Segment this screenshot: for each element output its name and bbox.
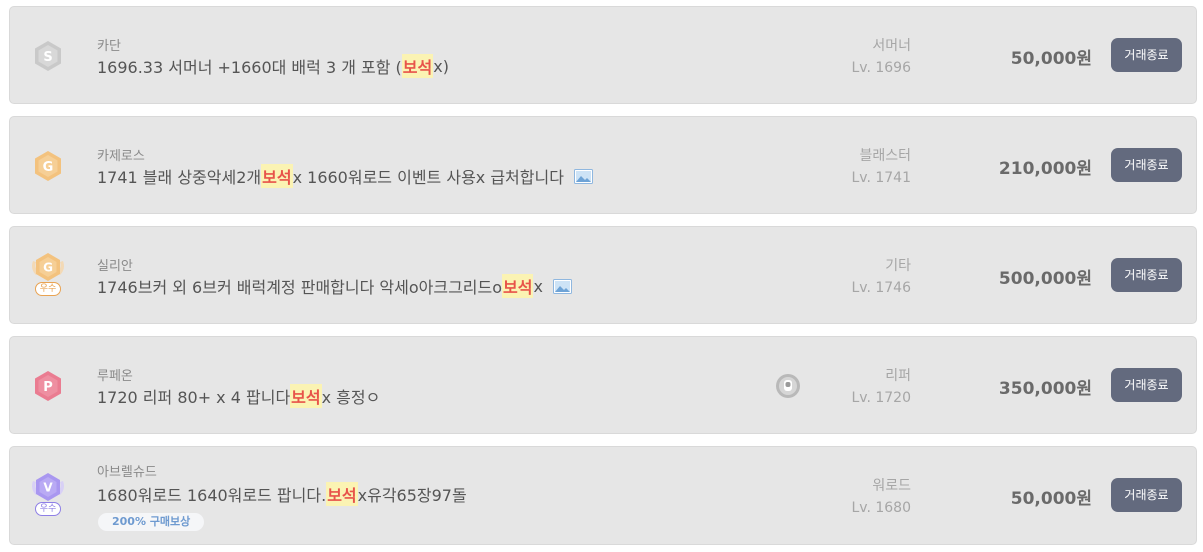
image-attached-icon xyxy=(552,278,572,294)
character-class: 기타 Lv. 1746 xyxy=(851,255,911,299)
title-highlight: 보석 xyxy=(261,164,293,188)
listing-list: S 카단 1696.33 서머너 +1660대 배럭 3 개 포함 (보석 x) … xyxy=(9,6,1197,545)
title-text-post: x유각65장97돌 xyxy=(357,486,467,505)
listing-title[interactable]: 1746브커 외 6브커 배럭계정 판매합니다 악세o아크그리드o 보석 x xyxy=(97,274,572,298)
title-text: 1696.33 서머너 +1660대 배럭 3 개 포함 ( xyxy=(97,58,402,77)
listing-row[interactable]: P 루페온 1720 리퍼 80+ x 4 팝니다 보석 x 흥정ㅇ 리퍼 Lv.… xyxy=(9,336,1197,434)
character-class: 블래스터 Lv. 1741 xyxy=(851,145,911,189)
title-text-post: x 1660워로드 이벤트 사용x 급처합니다 xyxy=(292,168,564,187)
title-text-post: x xyxy=(533,276,543,296)
class-name: 리퍼 xyxy=(885,368,911,384)
tier-badge: 우수 xyxy=(35,502,61,516)
svg-text:P: P xyxy=(43,380,53,395)
hexagon-p-icon: P xyxy=(29,367,67,405)
svg-text:V: V xyxy=(43,481,53,495)
trade-closed-button[interactable]: 거래종료 xyxy=(1111,258,1182,292)
purchase-reward-badge: 200% 구매보상 xyxy=(98,513,205,531)
title-text: 1680워로드 1640워로드 팝니다. xyxy=(97,486,327,505)
trade-closed-button[interactable]: 거래종료 xyxy=(1111,38,1182,72)
item-level: Lv. 1680 xyxy=(851,500,911,516)
class-name: 워로드 xyxy=(872,478,911,494)
title-highlight: 보석 xyxy=(326,482,358,506)
character-class: 리퍼 Lv. 1720 xyxy=(851,365,911,409)
svg-text:G: G xyxy=(43,261,53,275)
character-class: 워로드 Lv. 1680 xyxy=(851,475,911,519)
price: 50,000원 xyxy=(1010,49,1092,69)
hexagon-s-icon: S xyxy=(29,37,67,75)
server-name: 아브렐슈드 xyxy=(97,465,157,480)
svg-text:S: S xyxy=(43,50,52,65)
winged-hexagon-v-icon: V 우수 xyxy=(29,469,67,516)
server-name: 루페온 xyxy=(97,369,133,384)
listing-row[interactable]: G 우수 실리안 1746브커 외 6브커 배럭계정 판매합니다 악세o아크그리… xyxy=(9,226,1197,324)
class-name: 서머너 xyxy=(872,38,911,54)
listing-title[interactable]: 1696.33 서머너 +1660대 배럭 3 개 포함 (보석 x) xyxy=(97,54,449,78)
title-text: 1720 리퍼 80+ x 4 팝니다 xyxy=(97,388,291,407)
winged-hexagon-g-icon: G 우수 xyxy=(29,249,67,296)
server-name: 실리안 xyxy=(97,259,133,274)
item-level: Lv. 1741 xyxy=(851,170,911,186)
character-class: 서머너 Lv. 1696 xyxy=(851,35,911,79)
tier-badge: 우수 xyxy=(35,282,61,296)
server-name: 카제로스 xyxy=(97,149,145,164)
seller-avatar-icon[interactable] xyxy=(775,373,801,399)
title-text-post: x) xyxy=(433,56,449,76)
listing-row[interactable]: G 카제로스 1741 블래 상중악세2개 보석 x 1660워로드 이벤트 사용… xyxy=(9,116,1197,214)
title-text-post: x 흥정ㅇ xyxy=(321,388,381,407)
class-name: 블래스터 xyxy=(859,148,911,164)
svg-text:G: G xyxy=(43,160,54,175)
item-level: Lv. 1746 xyxy=(851,280,911,296)
title-text: 1746브커 외 6브커 배럭계정 판매합니다 악세o아크그리드o xyxy=(97,278,503,297)
trade-closed-button[interactable]: 거래종료 xyxy=(1111,148,1182,182)
item-level: Lv. 1720 xyxy=(851,390,911,406)
class-name: 기타 xyxy=(885,258,911,274)
listing-row[interactable]: S 카단 1696.33 서머너 +1660대 배럭 3 개 포함 (보석 x) … xyxy=(9,6,1197,104)
price: 350,000원 xyxy=(998,379,1092,399)
price: 500,000원 xyxy=(998,269,1092,289)
listing-title[interactable]: 1741 블래 상중악세2개 보석 x 1660워로드 이벤트 사용x 급처합니다 xyxy=(97,164,593,188)
listing-row[interactable]: V 우수 아브렐슈드 1680워로드 1640워로드 팝니다. 보석 x유각65장… xyxy=(9,446,1197,545)
server-name: 카단 xyxy=(97,39,121,54)
price: 50,000원 xyxy=(1010,489,1092,509)
title-text: 1741 블래 상중악세2개 xyxy=(97,168,262,187)
image-attached-icon xyxy=(573,168,593,184)
hexagon-g-icon: G xyxy=(29,147,67,185)
title-highlight: 보석 xyxy=(502,274,534,298)
trade-closed-button[interactable]: 거래종료 xyxy=(1111,368,1182,402)
listing-title[interactable]: 1720 리퍼 80+ x 4 팝니다 보석 x 흥정ㅇ xyxy=(97,384,380,408)
trade-closed-button[interactable]: 거래종료 xyxy=(1111,478,1182,512)
title-highlight: 보석 xyxy=(401,54,434,78)
price: 210,000원 xyxy=(998,159,1092,179)
item-level: Lv. 1696 xyxy=(851,60,911,76)
title-highlight: 보석 xyxy=(290,384,322,408)
listing-title[interactable]: 1680워로드 1640워로드 팝니다. 보석 x유각65장97돌 xyxy=(97,482,467,506)
